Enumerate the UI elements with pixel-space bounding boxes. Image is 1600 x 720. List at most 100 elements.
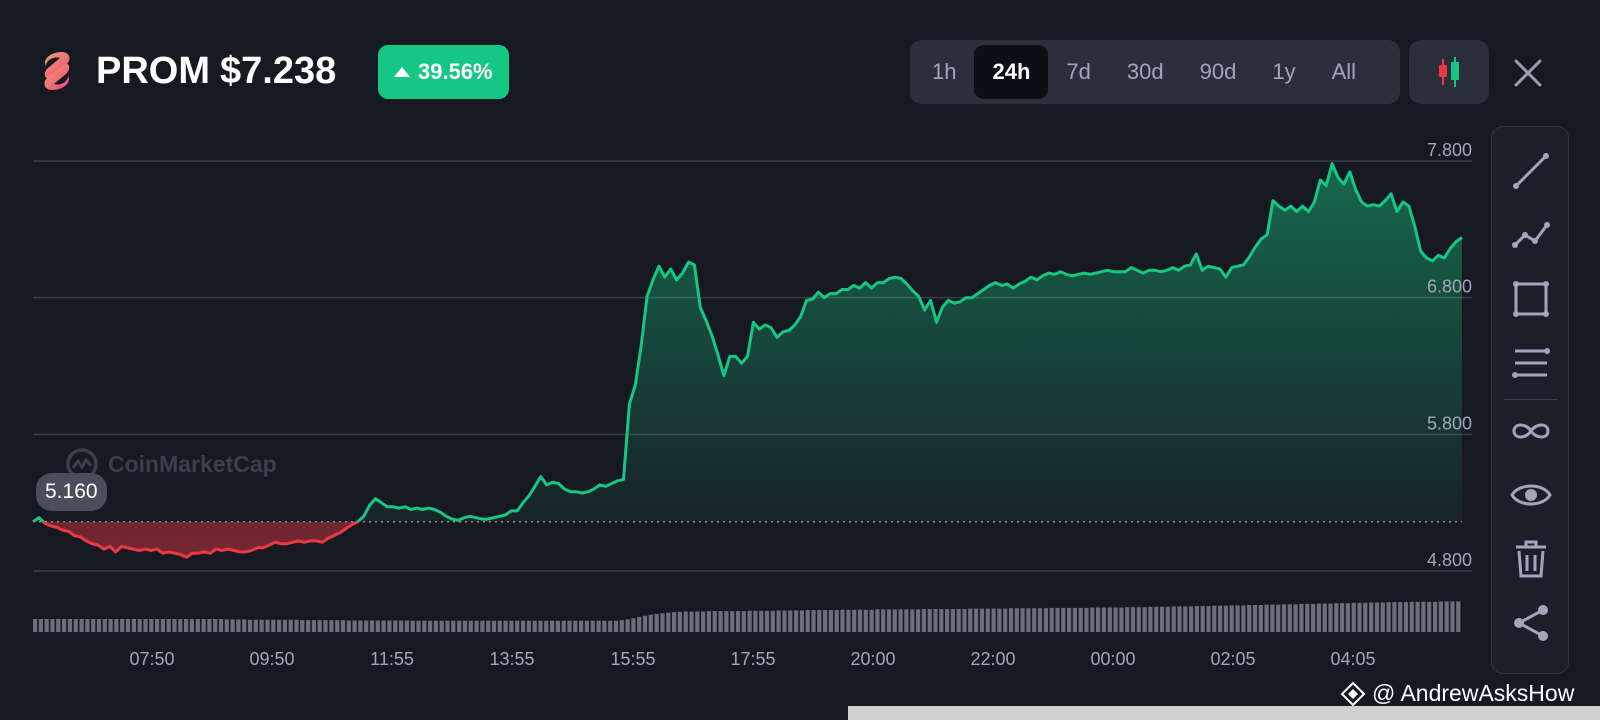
x-tick-label: 02:05 xyxy=(1210,649,1255,669)
x-tick-label: 17:55 xyxy=(730,649,775,669)
volume-bar xyxy=(474,620,479,632)
x-tick-label: 20:00 xyxy=(850,649,895,669)
volume-bar xyxy=(683,611,688,632)
volume-bar xyxy=(120,619,125,632)
volume-bar xyxy=(1206,606,1211,632)
volume-bar xyxy=(1229,605,1234,632)
price-area xyxy=(33,163,1462,558)
volume-bar xyxy=(56,619,61,632)
volume-bar xyxy=(799,610,804,632)
volume-bar xyxy=(236,619,241,632)
volume-bar xyxy=(491,620,497,632)
delete-tool[interactable] xyxy=(1501,531,1561,587)
volume-bar xyxy=(358,620,363,632)
volume-bar xyxy=(1433,601,1438,632)
volume-bar xyxy=(695,611,700,632)
volume-bar xyxy=(974,608,979,632)
volume-bar xyxy=(968,608,973,632)
volume-bar xyxy=(346,620,351,632)
volume-bar xyxy=(1218,605,1223,632)
volume-bar xyxy=(1322,603,1327,632)
volume-bar xyxy=(526,620,531,632)
price-chart[interactable]: 7.800 6.800 5.800 4.800 07:50 09:50 11:55 13:5… xyxy=(0,0,1600,720)
volume-bar xyxy=(892,609,897,632)
credit-text: @ AndrewAsksHow xyxy=(1372,680,1575,706)
x-tick-label: 00:00 xyxy=(1090,649,1135,669)
volume-bar xyxy=(247,619,253,632)
volume-bar xyxy=(1014,608,1019,632)
volume-bar xyxy=(1189,606,1194,632)
volume-bar xyxy=(1032,608,1037,632)
x-tick-label: 15:55 xyxy=(610,649,655,669)
volume-bar xyxy=(1287,604,1292,632)
volume-bar xyxy=(1090,607,1095,632)
trendline-tool[interactable] xyxy=(1501,143,1561,199)
volume-bar xyxy=(329,620,334,632)
volume-bar xyxy=(1427,601,1432,632)
volume-bar xyxy=(677,611,682,632)
volume-bar xyxy=(1061,607,1066,632)
volume-bar xyxy=(962,609,967,632)
volume-bar xyxy=(33,619,38,632)
volume-bar xyxy=(619,620,624,632)
volume-bar xyxy=(79,619,84,632)
volume-bar xyxy=(102,619,107,632)
volume-bar xyxy=(393,620,398,632)
volume-bar xyxy=(1305,603,1310,632)
volume-bar xyxy=(137,619,142,632)
volume-bar xyxy=(166,619,171,632)
volume-bar xyxy=(50,619,55,632)
volume-bar xyxy=(1067,607,1072,632)
volume-bar xyxy=(846,609,851,632)
volume-bar xyxy=(823,610,828,632)
area-fill-up xyxy=(33,163,1462,522)
volume-bar xyxy=(555,620,560,632)
share-tool[interactable] xyxy=(1501,595,1561,651)
horizontal-lines-tool[interactable] xyxy=(1501,335,1561,391)
volume-bar xyxy=(654,614,659,632)
volume-bar xyxy=(532,620,537,632)
volume-bar xyxy=(834,610,839,632)
volume-bar xyxy=(207,619,212,632)
volume-bar xyxy=(131,619,136,632)
volume-bar xyxy=(642,615,648,632)
volume-bar xyxy=(143,619,148,632)
bottom-bar xyxy=(848,706,1600,720)
polyline-tool[interactable] xyxy=(1501,207,1561,263)
volume-bar xyxy=(1369,602,1374,632)
volume-bar xyxy=(590,620,595,632)
volume-bar xyxy=(73,619,78,632)
volume-bar xyxy=(921,609,926,632)
share-icon xyxy=(1514,605,1548,641)
volume-bar xyxy=(741,611,746,632)
y-tick-label: 6.800 xyxy=(1427,277,1472,297)
volume-bar xyxy=(224,619,229,632)
volume-bar xyxy=(718,611,723,632)
rectangle-tool[interactable] xyxy=(1501,271,1561,327)
volume-bar xyxy=(550,620,555,632)
visibility-tool[interactable] xyxy=(1501,467,1561,523)
volume-bar xyxy=(1276,604,1281,632)
trash-icon xyxy=(1516,540,1546,578)
volume-bar xyxy=(666,612,671,632)
volume-bar xyxy=(1270,604,1275,632)
infinity-tool[interactable] xyxy=(1501,403,1561,459)
volume-bar xyxy=(404,620,409,632)
volume-bar xyxy=(811,610,816,632)
volume-bar xyxy=(730,611,735,632)
volume-bar xyxy=(387,620,392,632)
volume-bar xyxy=(1020,608,1025,632)
volume-bar xyxy=(863,609,868,632)
volume-bar xyxy=(230,619,235,632)
watermark-text: CoinMarketCap xyxy=(108,450,277,477)
volume-bar xyxy=(916,609,921,632)
volume-bar xyxy=(817,610,822,632)
volume-bar xyxy=(706,611,711,632)
x-axis-labels: 07:50 09:50 11:55 13:55 15:55 17:55 20:00 22:00… xyxy=(129,649,1375,669)
volume-bar xyxy=(637,616,642,632)
volume-bar xyxy=(445,620,450,632)
volume-bar xyxy=(1212,605,1217,632)
infinity-icon xyxy=(1512,423,1550,439)
volume-bar xyxy=(1078,607,1083,632)
volume-bar xyxy=(364,620,369,632)
